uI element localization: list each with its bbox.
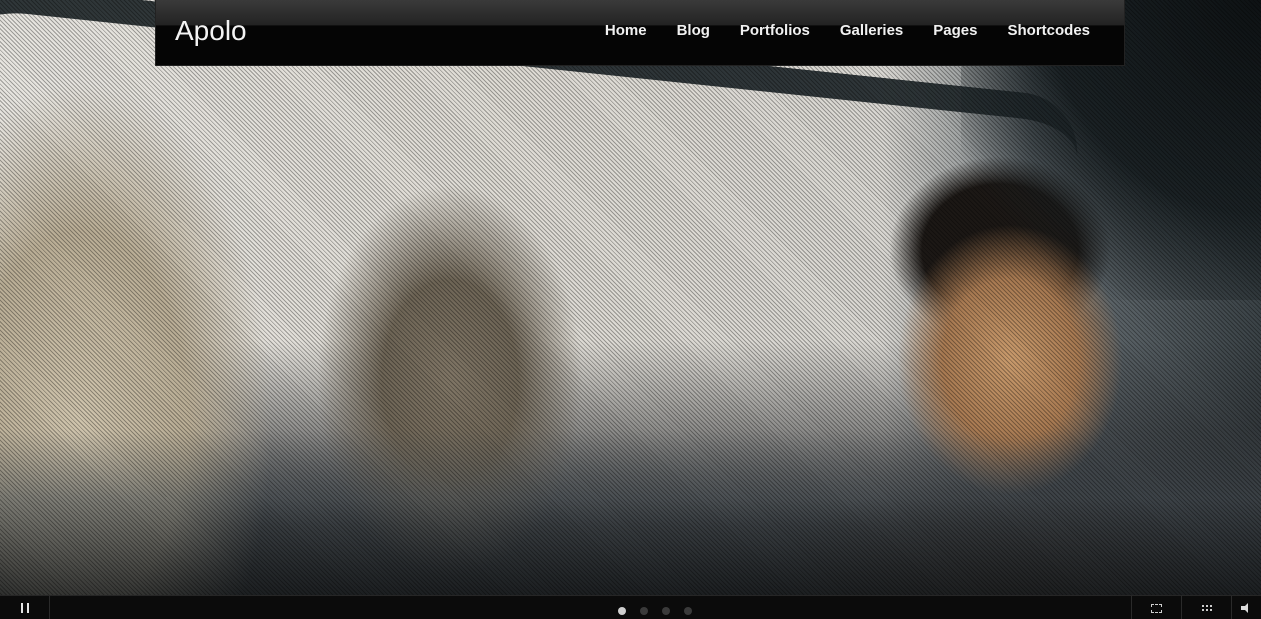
nav-item-shortcodes[interactable]: Shortcodes (1007, 22, 1090, 39)
slideshow-stage: Apolo Home Blog Portfolios Galleries Pag… (0, 0, 1261, 619)
thumbnails-button[interactable] (1181, 596, 1231, 619)
slide-dot-2[interactable] (640, 607, 648, 615)
site-header: Apolo Home Blog Portfolios Galleries Pag… (155, 0, 1125, 66)
slide-dot-1[interactable] (618, 607, 626, 615)
slideshow-control-bar (0, 595, 1261, 619)
fullscreen-button[interactable] (1131, 596, 1181, 619)
nav-item-galleries[interactable]: Galleries (840, 22, 903, 39)
nav-item-blog[interactable]: Blog (677, 22, 710, 39)
volume-button[interactable] (1231, 596, 1261, 619)
slide-pagination (618, 607, 692, 615)
photo-lower-band (0, 430, 1261, 600)
pause-button[interactable] (0, 596, 50, 619)
nav-item-portfolios[interactable]: Portfolios (740, 22, 810, 39)
fullscreen-icon (1151, 603, 1162, 613)
pause-icon (20, 603, 29, 613)
site-logo[interactable]: Apolo (175, 15, 247, 47)
nav-item-pages[interactable]: Pages (933, 22, 977, 39)
slide-dot-3[interactable] (662, 607, 670, 615)
nav-item-home[interactable]: Home (605, 22, 647, 39)
grid-icon (1201, 604, 1212, 612)
slide-dot-4[interactable] (684, 607, 692, 615)
main-nav: Home Blog Portfolios Galleries Pages Sho… (575, 22, 1090, 39)
volume-icon (1240, 603, 1253, 613)
